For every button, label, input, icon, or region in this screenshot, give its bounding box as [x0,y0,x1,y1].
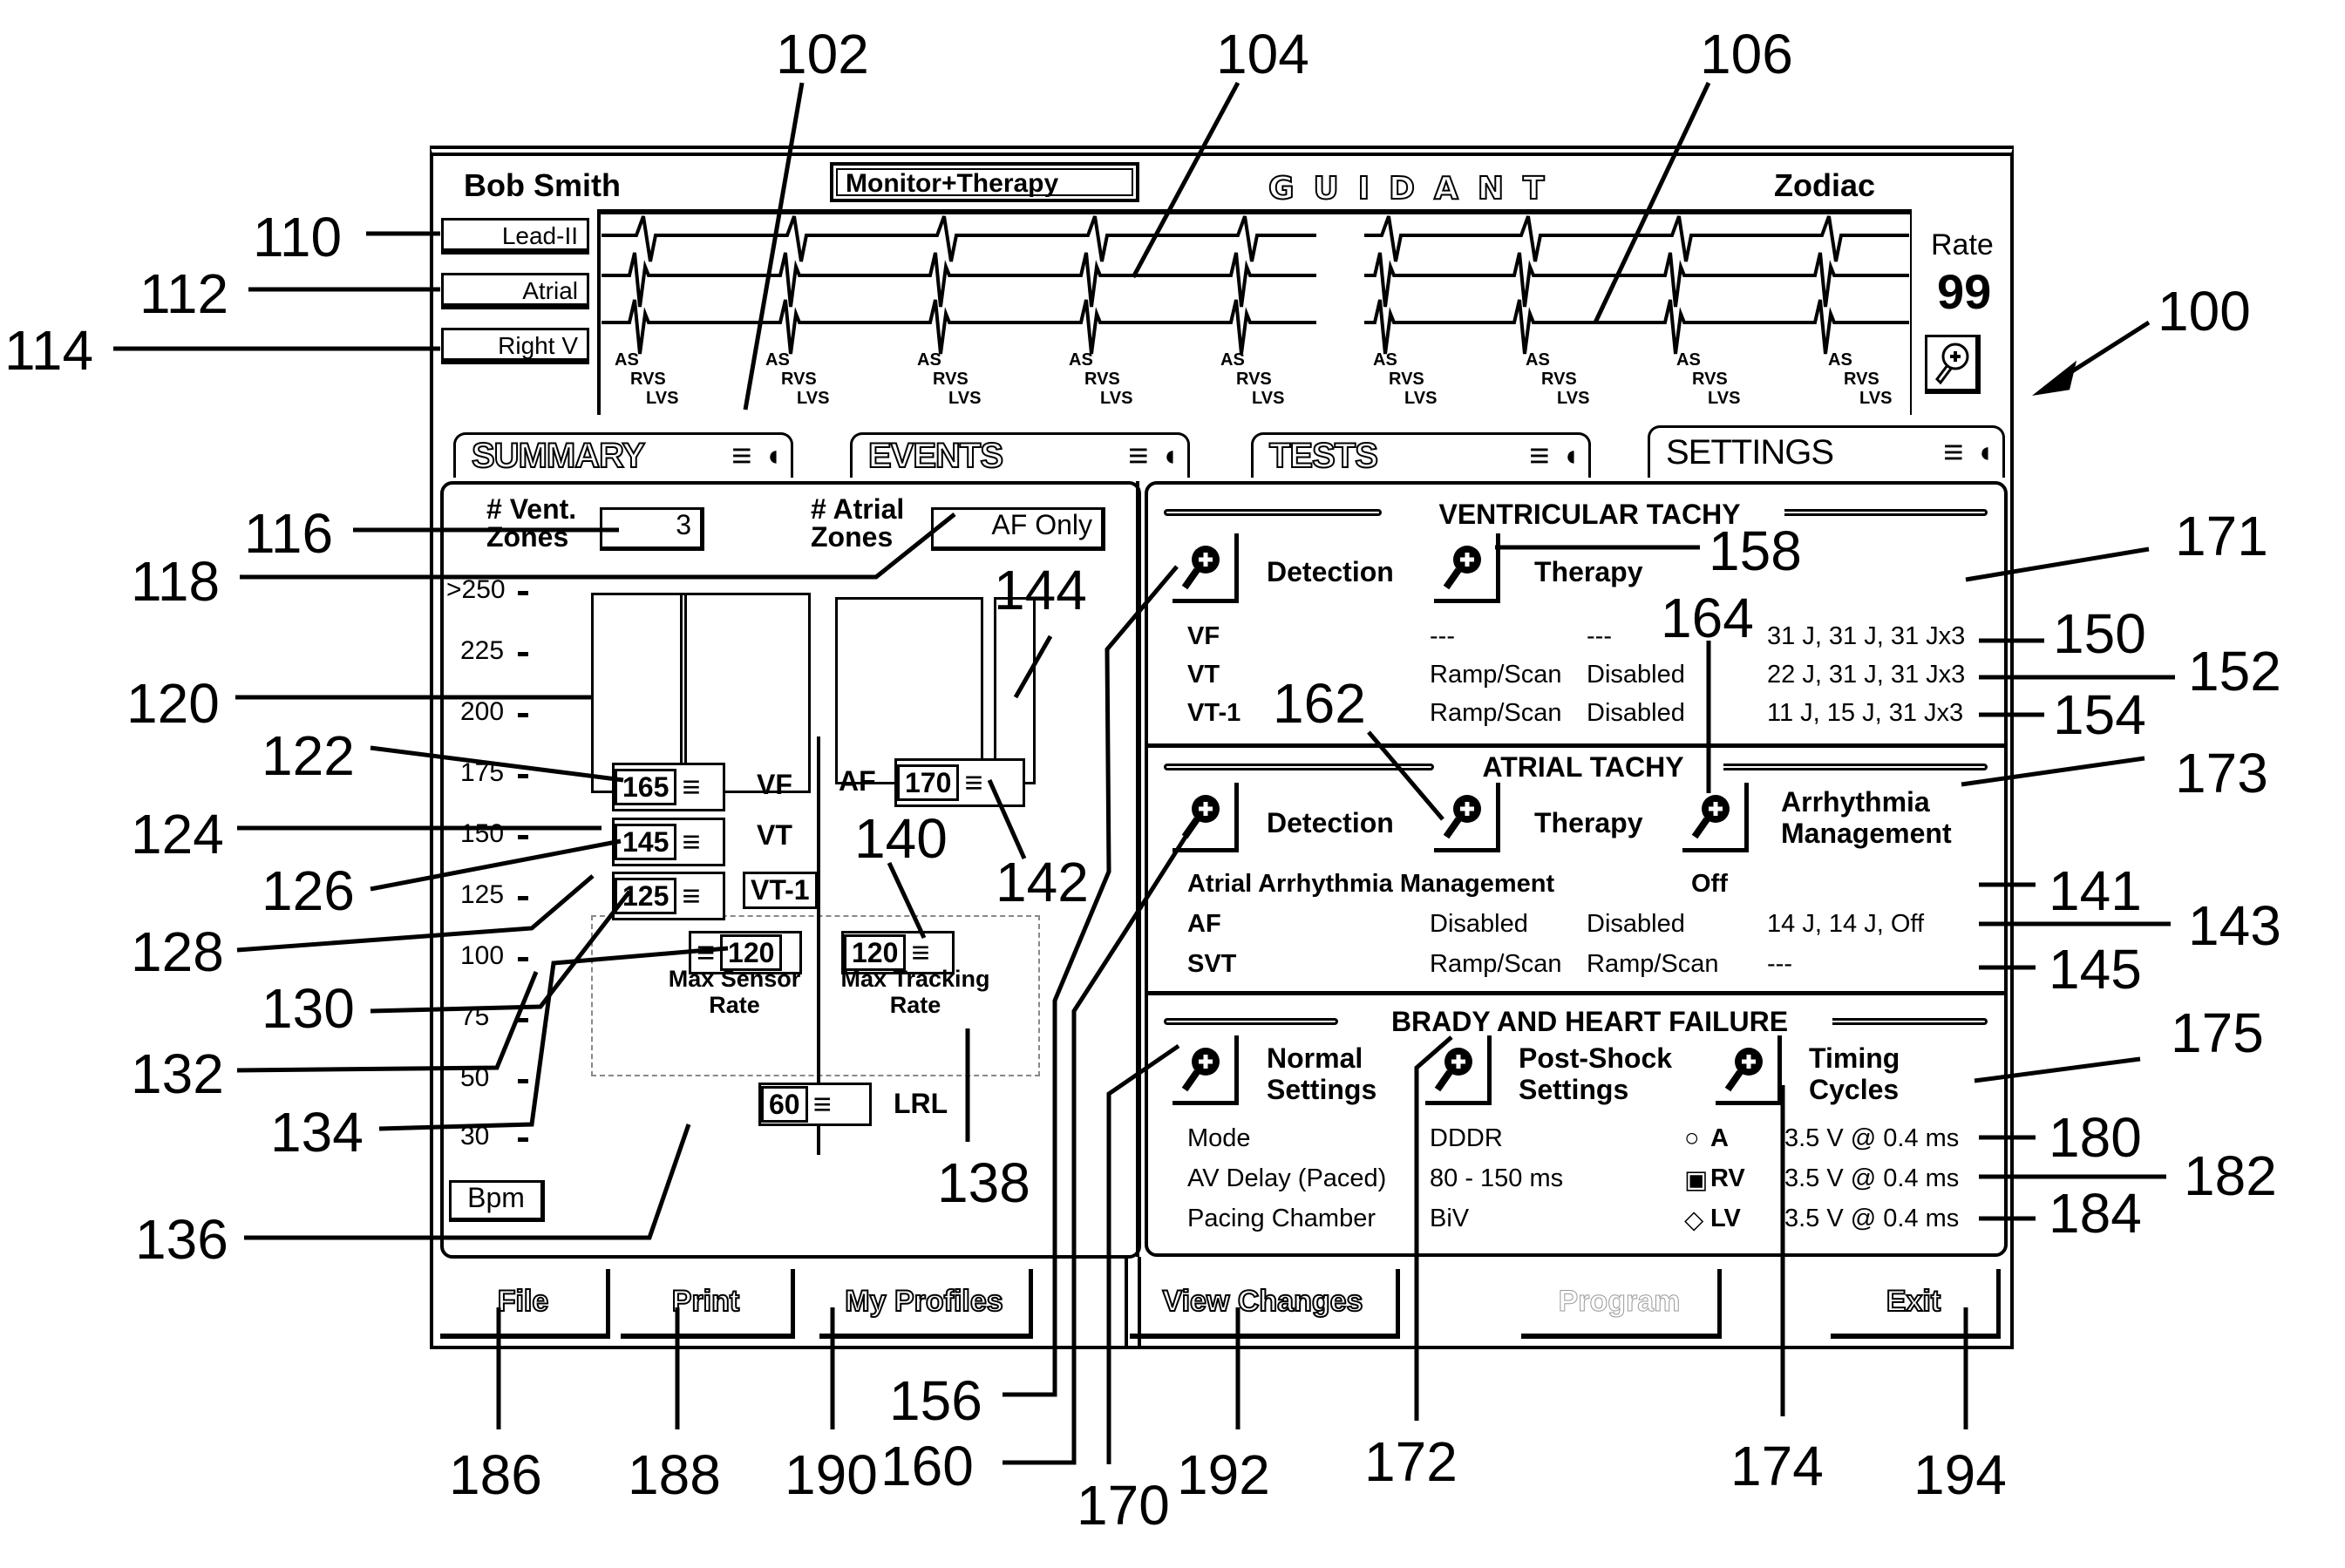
reference-numeral-158: 158 [1709,519,1802,582]
reference-numeral-190: 190 [785,1443,878,1506]
reference-numeral-164: 164 [1661,587,1754,649]
reference-numeral-145: 145 [2049,938,2142,1001]
reference-numeral-170: 170 [1077,1474,1170,1537]
reference-numeral-172: 172 [1364,1430,1458,1493]
reference-numeral-110: 110 [253,206,343,268]
reference-numeral-173: 173 [2175,742,2268,804]
reference-numeral-142: 142 [996,851,1089,913]
reference-numeral-102: 102 [776,23,869,85]
leader-line-134 [378,946,729,1131]
reference-numeral-144: 144 [994,559,1087,621]
reference-numeral-175: 175 [2171,1001,2264,1064]
leader-line-172 [1414,1035,1453,1421]
reference-numeral-171: 171 [2175,505,2268,567]
reference-numeral-194: 194 [1913,1443,2007,1506]
reference-numeral-120: 120 [126,672,220,735]
reference-numeral-126: 126 [262,859,355,922]
arrowhead-icon [2031,360,2077,396]
reference-numeral-138: 138 [937,1151,1030,1214]
reference-numeral-154: 154 [2053,683,2146,746]
reference-numeral-136: 136 [135,1208,228,1271]
reference-numeral-132: 132 [131,1042,224,1105]
reference-numeral-186: 186 [449,1443,542,1506]
leader-line-130 [370,890,631,1014]
reference-numeral-128: 128 [131,920,224,983]
leader-line-106 [1593,81,1711,324]
reference-numeral-192: 192 [1177,1443,1270,1506]
reference-numeral-180: 180 [2049,1106,2142,1169]
reference-numeral-114: 114 [4,319,94,382]
reference-numeral-118: 118 [131,550,221,613]
reference-numeral-162: 162 [1273,672,1366,735]
leader-line-104 [1131,81,1240,279]
reference-numeral-140: 140 [854,807,948,870]
reference-numeral-150: 150 [2053,602,2146,665]
reference-numeral-116: 116 [244,502,334,565]
reference-numeral-143: 143 [2188,894,2281,957]
leader-line-156 [1003,565,1179,1397]
reference-numeral-152: 152 [2188,640,2281,703]
leader-line-171 [1965,546,2150,582]
leader-line-175 [1974,1056,2141,1083]
leader-line-144 [1013,635,1053,699]
leader-line-118 [240,512,956,580]
reference-numeral-182: 182 [2184,1144,2277,1207]
reference-numeral-104: 104 [1216,23,1309,85]
reference-numeral-156: 156 [889,1369,982,1432]
reference-numeral-122: 122 [262,724,355,787]
reference-numeral-160: 160 [880,1435,974,1497]
reference-numeral-188: 188 [628,1443,721,1506]
leader-line-122 [370,745,624,783]
reference-numeral-124: 124 [131,803,224,865]
leader-line-170 [1106,1043,1180,1464]
leader-line-142 [987,778,1027,860]
leader-line-160 [1003,835,1188,1465]
leader-line-162 [1367,730,1444,821]
reference-numeral-106: 106 [1700,23,1793,85]
reference-numeral-184: 184 [2049,1182,2142,1245]
leader-line-102 [743,82,805,411]
reference-numeral-141: 141 [2049,859,2142,922]
leader-line-140 [887,861,927,940]
reference-numeral-174: 174 [1730,1435,1824,1497]
reference-numeral-134: 134 [270,1101,364,1164]
reference-numeral-100: 100 [2158,280,2251,343]
reference-numeral-112: 112 [139,262,229,325]
reference-numeral-130: 130 [262,977,355,1040]
leader-line-173 [1961,756,2145,787]
